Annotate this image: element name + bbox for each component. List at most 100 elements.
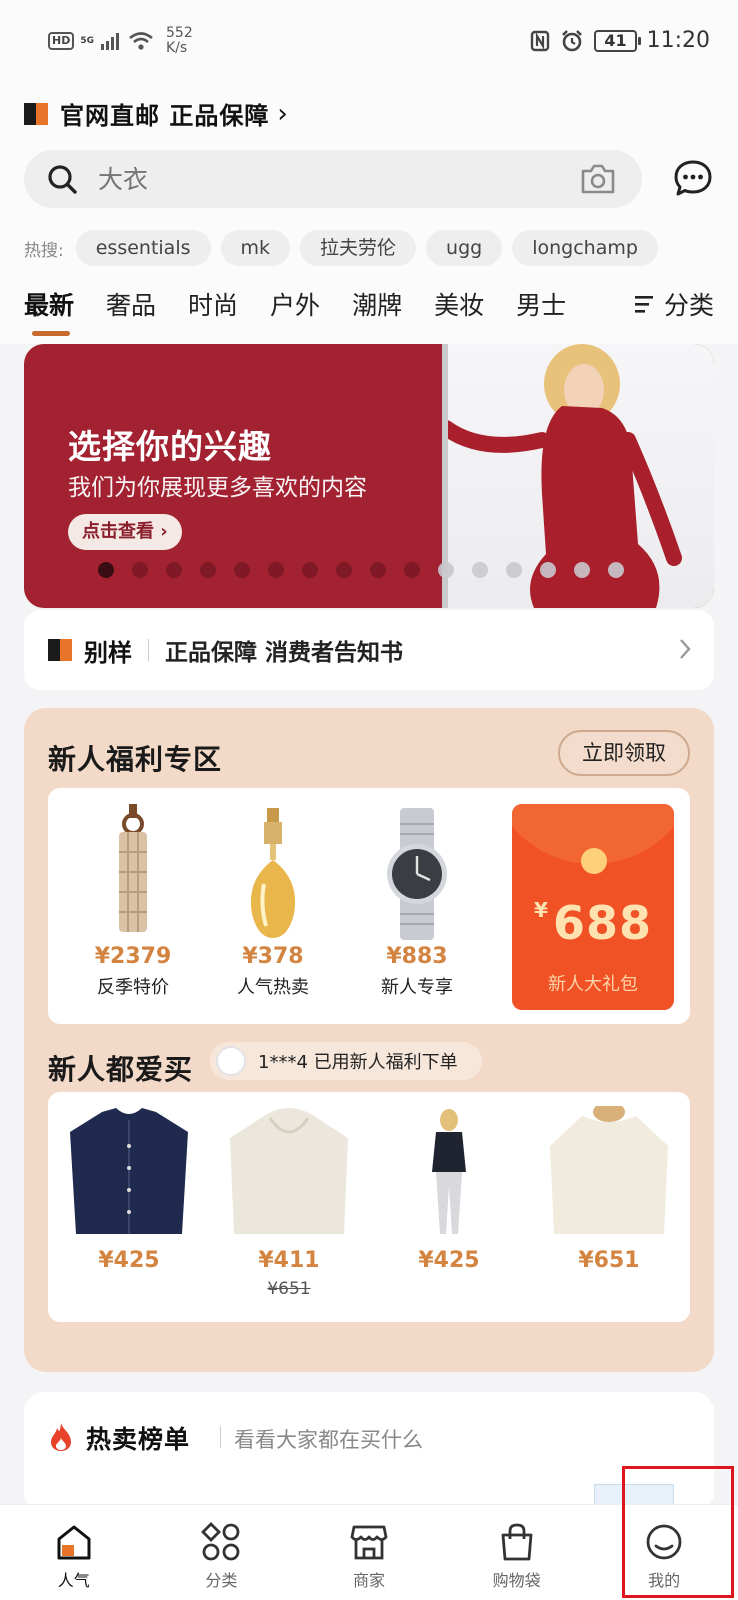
chevron-right-icon: › [277,98,288,129]
nav-categories[interactable]: 分类 [148,1505,296,1600]
category-grid-icon [201,1522,240,1561]
carousel-dot[interactable] [438,562,454,578]
scarf-keychain-image [68,804,198,944]
nav-label: 购物袋 [492,1571,541,1590]
perfume-bottle-image [208,804,338,944]
welfare-item[interactable]: ¥378 人气热卖 [208,804,338,999]
hot-search-chip[interactable]: longchamp [512,230,658,266]
tab-men[interactable]: 男士 [516,286,566,322]
tab-fade [578,276,608,332]
girl-outfit-image [384,1106,514,1240]
cream-hoodie-image [224,1106,354,1240]
shopping-bag-icon [501,1523,532,1561]
brand-logo-icon [24,102,48,125]
favorites-card: ¥425 ¥411 ¥651 ¥425 ¥651 [48,1092,690,1322]
banner-title: 选择你的兴趣 [68,427,272,466]
carousel-dot[interactable] [200,562,216,578]
new-user-section: 新人福利专区 立即领取 ¥2379 反季特价 ¥378 人气热卖 ¥883 新人… [24,708,714,1372]
chevron-right-icon [680,639,691,659]
home-icon [57,1525,91,1560]
nav-label: 商家 [352,1571,385,1590]
carousel-dot[interactable] [370,562,386,578]
red-packet-label: 新人大礼包 [548,974,638,995]
wifi-icon [129,32,153,50]
tab-streetwear[interactable]: 潮牌 [352,286,402,322]
search-input[interactable] [98,164,538,194]
search-bar[interactable] [24,150,642,208]
nav-label: 人气 [57,1571,90,1590]
welfare-card: ¥2379 反季特价 ¥378 人气热卖 ¥883 新人专享 ¥688 新人大礼… [48,788,690,1024]
red-packet-seal-icon [581,848,607,874]
list-menu-icon [634,296,653,313]
carousel-dot[interactable] [166,562,182,578]
hot-search-chip[interactable]: essentials [75,230,211,266]
header: 官网直邮 正品保障 › 热搜: essentials mk 拉夫劳伦 ugg l… [0,84,738,344]
navy-cardigan-image [64,1106,194,1240]
product-item[interactable]: ¥651 [544,1102,674,1273]
hot-search-chip[interactable]: 拉夫劳伦 [300,230,417,266]
ticker-text: 1***4 已用新人福利下单 [258,1052,458,1073]
carousel-dot[interactable] [98,562,114,578]
nav-label: 分类 [205,1571,238,1590]
guarantee-brand: 别样 [84,638,132,667]
nav-merchants[interactable]: 商家 [295,1505,443,1600]
product-price: ¥651 [578,1248,640,1273]
store-icon [350,1525,388,1560]
item-label: 新人专享 [381,977,453,998]
speed-value: 552 [166,25,193,41]
carousel-dot[interactable] [268,562,284,578]
tab-luxury[interactable]: 奢品 [106,286,156,322]
nav-shopping-bag[interactable]: 购物袋 [443,1505,591,1600]
carousel-dot[interactable] [302,562,318,578]
carousel-dot[interactable] [540,562,556,578]
carousel-dot[interactable] [404,562,420,578]
speed-unit: K/s [166,40,188,56]
welfare-item[interactable]: ¥2379 反季特价 [68,804,198,999]
camera-search-icon[interactable] [580,162,616,196]
promo-banner[interactable]: 选择你的兴趣 我们为你展现更多喜欢的内容 点击查看 › [24,344,714,608]
wristwatch-image [352,804,482,944]
item-price: ¥883 [386,944,448,969]
fire-icon [51,1423,71,1451]
brand-slogan: 官网直邮 正品保障 [60,102,270,130]
carousel-dot[interactable] [234,562,250,578]
tab-outdoor[interactable]: 户外 [270,286,320,322]
section-title: 新人福利专区 [48,743,223,776]
status-left: HD 5G 552 K/s [48,26,193,56]
nfc-icon [531,30,550,51]
product-item[interactable]: ¥425 [384,1106,514,1273]
guarantee-text: 正品保障 消费者告知书 [165,640,404,666]
cell-signal-icon [101,33,119,50]
red-packet-coupon[interactable]: ¥688 新人大礼包 [512,804,674,1010]
welfare-item[interactable]: ¥883 新人专享 [352,804,482,999]
tab-beauty[interactable]: 美妆 [434,286,484,322]
carousel-dot[interactable] [336,562,352,578]
hot-search-chip[interactable]: mk [220,230,291,266]
carousel-dots [98,562,624,578]
category-tabs: 最新 奢品 时尚 户外 潮牌 美妆 男士 分类 [24,276,714,336]
carousel-dot[interactable] [472,562,488,578]
claim-now-button[interactable]: 立即领取 [558,730,690,776]
hot-sales-subtitle: 看看大家都在买什么 [234,1428,423,1452]
guarantee-notice[interactable]: 别样 正品保障 消费者告知书 [24,610,714,690]
network-speed: 552 K/s [160,26,193,56]
banner-view-button[interactable]: 点击查看 › [68,514,182,550]
tab-fashion[interactable]: 时尚 [188,286,238,322]
message-icon[interactable] [672,158,714,200]
brand-banner-link[interactable]: 官网直邮 正品保障 › [24,96,288,131]
hot-search-chip[interactable]: ugg [426,230,503,266]
product-item[interactable]: ¥425 [64,1106,194,1273]
hot-search-row: 热搜: essentials mk 拉夫劳伦 ugg longchamp [24,230,658,266]
hot-sales-section[interactable]: 热卖榜单 看看大家都在买什么 [24,1392,714,1512]
product-item[interactable]: ¥411 ¥651 [224,1106,354,1299]
tab-latest[interactable]: 最新 [24,286,74,336]
order-ticker: 1***4 已用新人福利下单 [210,1042,482,1080]
carousel-dot[interactable] [506,562,522,578]
carousel-dot[interactable] [608,562,624,578]
nav-popular[interactable]: 人气 [0,1505,148,1600]
category-menu-button[interactable]: 分类 [625,286,714,322]
carousel-dot[interactable] [574,562,590,578]
category-menu-label: 分类 [663,291,714,320]
banner-subtitle: 我们为你展现更多喜欢的内容 [68,475,367,501]
carousel-dot[interactable] [132,562,148,578]
